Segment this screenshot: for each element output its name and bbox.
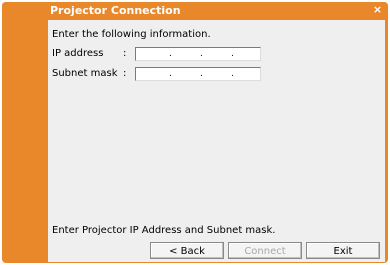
dialog-content: Enter the following information. IP addr… [48,20,385,262]
back-button[interactable]: < Back [150,242,224,259]
exit-button[interactable]: Exit [306,242,380,259]
subnet-mask-colon: : [123,68,127,79]
instruction-text: Enter the following information. [52,29,211,40]
subnet-separator: . [200,69,203,79]
connect-button[interactable]: Connect [228,242,302,259]
ip-separator: . [169,49,172,59]
subnet-mask-field[interactable]: . . . [135,67,261,81]
ip-address-label: IP address [52,48,104,59]
ip-address-colon: : [123,48,127,59]
dialog-window: Projector Connection × Enter the followi… [2,2,388,263]
subnet-mask-label: Subnet mask [52,68,118,79]
status-message: Enter Projector IP Address and Subnet ma… [52,225,276,236]
window-title: Projector Connection [50,4,181,17]
subnet-separator: . [169,69,172,79]
ip-separator: . [200,49,203,59]
title-bar[interactable]: Projector Connection × [2,2,388,19]
close-button[interactable]: × [371,4,384,16]
subnet-separator: . [231,69,234,79]
ip-separator: . [231,49,234,59]
ip-address-field[interactable]: . . . [135,47,261,61]
